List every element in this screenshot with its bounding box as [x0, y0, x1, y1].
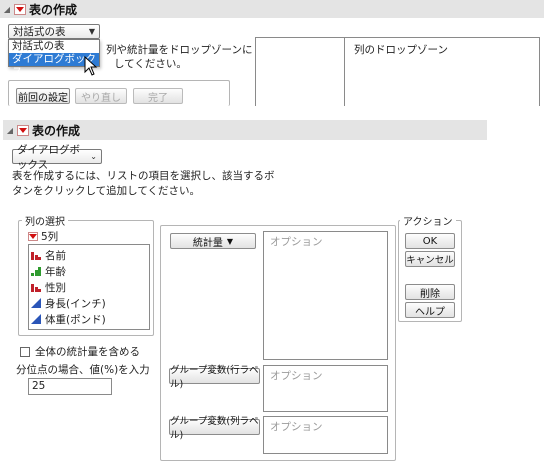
stats-button[interactable]: 統計量 ▼: [170, 233, 256, 249]
column-dropzone-label[interactable]: 列のドロップゾーン: [354, 42, 448, 57]
list-item[interactable]: 体重(ポンド): [31, 311, 147, 327]
include-all-stats-row[interactable]: 全体の統計量を含める: [20, 344, 140, 359]
remove-button[interactable]: 削除: [405, 284, 455, 300]
instructions-line1: 表を作成するには、リストの項目を選択し、該当するボ: [12, 170, 275, 182]
mode-dropdown-list: 対話式の表 ダイアログボックス: [8, 39, 100, 78]
include-all-stats-checkbox[interactable]: [20, 346, 30, 357]
column-select-label: 列の選択: [22, 213, 68, 228]
red-triangle-menu-icon[interactable]: [17, 124, 29, 136]
help-button[interactable]: ヘルプ: [405, 302, 455, 318]
redo-button[interactable]: やり直し: [75, 88, 127, 104]
dropdown-option-dialog[interactable]: ダイアログボックス: [9, 53, 99, 78]
dropzone-divider: [344, 37, 345, 106]
continuous-triangle-icon: [31, 298, 41, 308]
mode-combo[interactable]: 対話式の表 ▼: [8, 24, 100, 39]
chevron-down-icon: ⌄: [90, 152, 97, 161]
main-title: 表の作成: [32, 123, 81, 138]
stats-dropzone[interactable]: オプション: [263, 231, 388, 360]
cancel-button[interactable]: キャンセル: [405, 251, 455, 267]
top-title: 表の作成: [29, 2, 78, 17]
instructions-line2: タンをクリックして追加してください。: [12, 185, 201, 197]
chevron-down-icon: ▼: [226, 236, 234, 246]
disclosure-icon[interactable]: ◢: [0, 5, 14, 14]
list-item[interactable]: 名前: [31, 247, 147, 263]
column-count: 5列: [41, 231, 59, 243]
stats-options-placeholder: オプション: [270, 236, 323, 248]
disclosure-icon[interactable]: ◢: [3, 126, 17, 135]
include-all-stats-label: 全体の統計量を含める: [35, 346, 140, 358]
list-item[interactable]: 身長(インチ): [31, 295, 147, 311]
top-instructions-line1: 列や統計量をドロップゾーンにド: [106, 44, 263, 56]
chevron-down-icon: ▼: [88, 27, 95, 36]
ok-button[interactable]: OK: [405, 233, 455, 249]
main-mode-value: ダイアログボックス: [17, 143, 80, 171]
main-mode-combo[interactable]: ダイアログボックス ⌄: [12, 144, 102, 171]
action-group-label: アクション: [400, 213, 456, 228]
previous-settings-button[interactable]: 前回の設定: [16, 88, 70, 104]
row-options-placeholder: オプション: [270, 370, 323, 382]
nominal-bar-icon: [31, 252, 41, 260]
column-list[interactable]: 名前 年齢 性別 身長(インチ) 体重(ポンド): [28, 244, 150, 330]
ordinal-bar-icon: [31, 267, 41, 276]
mode-combo-value: 対話式の表: [13, 26, 66, 38]
main-outline-header: ◢ 表の作成: [3, 120, 487, 140]
quantile-label: 分位点の場合、値(%)を入力: [16, 364, 150, 376]
top-panel: ◢ 表の作成 対話式の表 ▼ 列や統計量をドロップゾーンにド してください。 対…: [0, 0, 544, 106]
row-group-dropzone[interactable]: オプション: [263, 365, 388, 412]
row-group-button[interactable]: グループ変数(行ラベル): [169, 365, 260, 390]
dropdown-option-interactive[interactable]: 対話式の表: [9, 40, 99, 53]
top-instructions-line2: してください。: [114, 58, 187, 70]
nominal-bar-icon: [31, 284, 41, 292]
done-button[interactable]: 完了: [133, 88, 183, 104]
list-item[interactable]: 年齢: [31, 263, 147, 279]
red-triangle-menu-icon[interactable]: [14, 3, 26, 15]
col-options-placeholder: オプション: [270, 421, 323, 433]
continuous-triangle-icon: [31, 314, 41, 324]
column-count-row[interactable]: 5列: [28, 229, 58, 244]
col-group-button[interactable]: グループ変数(列ラベル): [169, 416, 260, 441]
red-triangle-menu-icon[interactable]: [28, 232, 38, 241]
list-item[interactable]: 性別: [31, 279, 147, 295]
col-group-dropzone[interactable]: オプション: [263, 416, 388, 454]
top-outline-header: ◢ 表の作成: [0, 0, 544, 18]
quantile-input[interactable]: 25: [28, 378, 112, 395]
